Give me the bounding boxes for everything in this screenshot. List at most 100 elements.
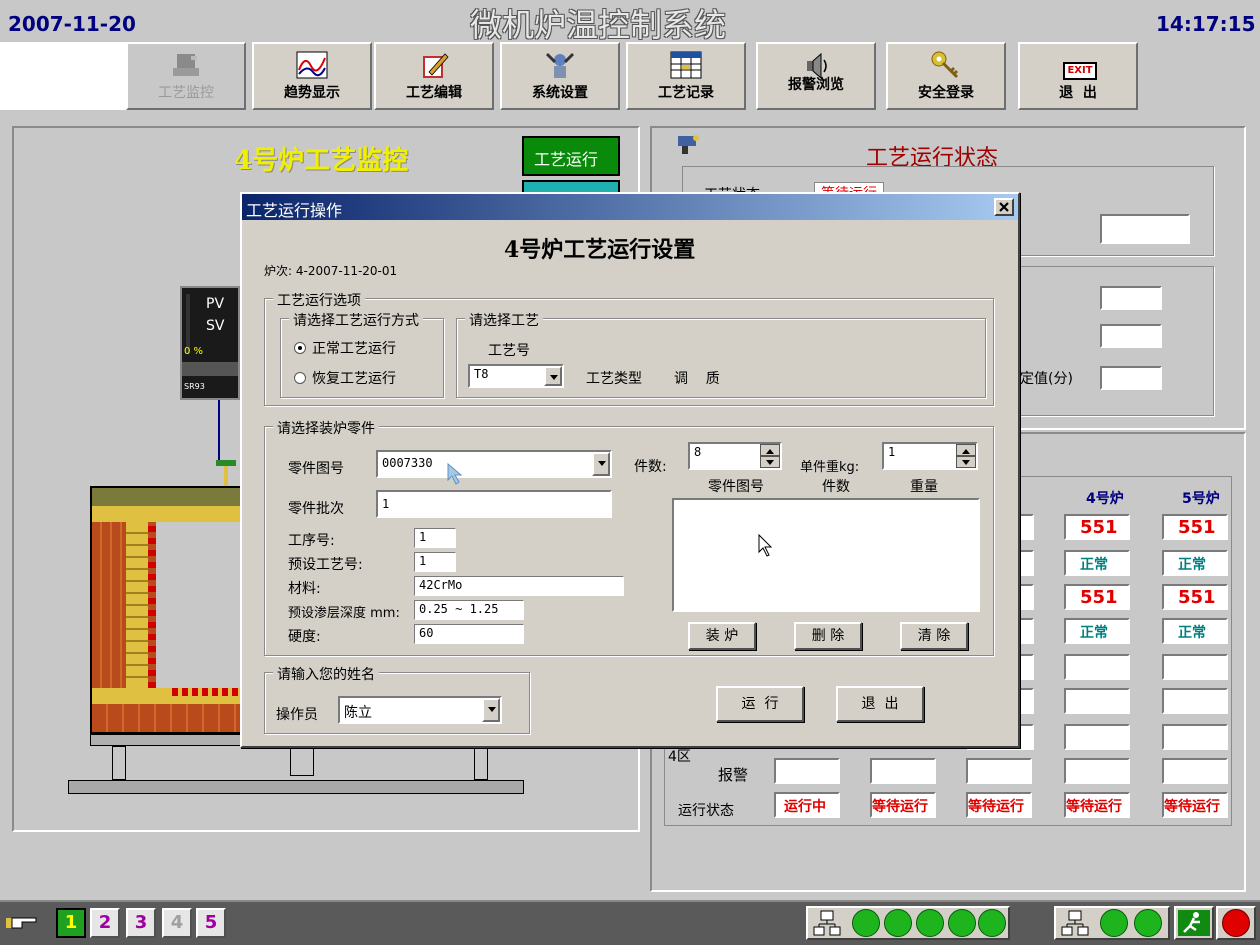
chevron-down-icon[interactable] bbox=[482, 698, 500, 722]
mouse-pointer-icon bbox=[758, 534, 773, 557]
process-no-select[interactable]: T8 bbox=[468, 364, 564, 388]
page-button-5[interactable]: 5 bbox=[196, 908, 226, 938]
pointing-hand-icon bbox=[6, 917, 37, 929]
toolbar-monitor-button[interactable]: 工艺监控 bbox=[126, 42, 246, 110]
mode-normal-label[interactable]: 正常工艺运行 bbox=[312, 338, 396, 358]
meter-bar bbox=[186, 294, 190, 354]
dialog-titlebar[interactable]: 工艺运行操作 bbox=[242, 194, 1018, 220]
tools-icon bbox=[545, 52, 575, 78]
group-title: 工艺运行选项 bbox=[273, 290, 365, 310]
toolbar-label: 安全登录 bbox=[918, 85, 974, 101]
date-label: 2007-11-20 bbox=[8, 12, 136, 36]
network-status-left bbox=[806, 906, 1010, 940]
run-state-value: 运行中 bbox=[784, 799, 826, 815]
toolbar-exit-button[interactable]: EXIT 退 出 bbox=[1018, 42, 1138, 110]
emergency-exit-button[interactable] bbox=[1174, 906, 1214, 940]
toolbar-settings-button[interactable]: 系统设置 bbox=[500, 42, 620, 110]
material-input[interactable]: 42CrMo bbox=[414, 576, 624, 596]
zone4-label: 4区 bbox=[668, 749, 691, 765]
edit-notebook-icon bbox=[423, 53, 449, 78]
status-value: 正常 bbox=[1178, 625, 1206, 641]
clear-parts-button[interactable]: 清 除 bbox=[900, 622, 968, 650]
chevron-up-icon bbox=[766, 449, 774, 454]
run-state-cell-1: 运行中 bbox=[774, 792, 840, 818]
step-input[interactable]: 1 bbox=[414, 528, 456, 548]
meter-keys bbox=[182, 362, 238, 376]
toolbar-records-button[interactable]: 工艺记录 bbox=[626, 42, 746, 110]
hardness-input[interactable]: 60 bbox=[414, 624, 524, 644]
toolbar-edit-button[interactable]: 工艺编辑 bbox=[374, 42, 494, 110]
mode-recover-radio[interactable] bbox=[294, 372, 306, 384]
exit-dialog-button[interactable]: 退 出 bbox=[836, 686, 924, 722]
delete-part-button[interactable]: 删 除 bbox=[794, 622, 862, 650]
preset-proc-input[interactable]: 1 bbox=[414, 552, 456, 572]
depth-input[interactable]: 0.25 ~ 1.25 bbox=[414, 600, 524, 620]
model-label: SR93 bbox=[184, 382, 205, 391]
network-icon bbox=[1061, 910, 1089, 936]
list-header-count: 件数 bbox=[822, 479, 850, 495]
unit-weight-label: 单件重kg: bbox=[800, 460, 860, 475]
operator-select[interactable]: 陈立 bbox=[338, 696, 502, 724]
exit-sign-icon: EXIT bbox=[1063, 62, 1097, 80]
page-button-2[interactable]: 2 bbox=[90, 908, 120, 938]
status-lamp-green bbox=[978, 909, 1006, 937]
spin-down-button[interactable] bbox=[760, 456, 780, 468]
status-cell-4: 正常 bbox=[1064, 550, 1130, 576]
part-no-select[interactable]: 0007330 bbox=[376, 450, 612, 478]
empty-cell bbox=[1162, 688, 1228, 714]
toolbar-trend-button[interactable]: 趋势显示 bbox=[252, 42, 372, 110]
status-lamp-green bbox=[1134, 909, 1162, 937]
toolbar-login-button[interactable]: 安全登录 bbox=[886, 42, 1006, 110]
part-batch-input[interactable]: 1 bbox=[376, 490, 612, 518]
stop-button[interactable] bbox=[1216, 906, 1256, 940]
part-no-value: 0007330 bbox=[382, 456, 433, 470]
list-header-weight: 重量 bbox=[910, 479, 938, 495]
chevron-down-icon[interactable] bbox=[544, 366, 562, 386]
process-type-value: 调 质 bbox=[674, 371, 720, 387]
chevron-down-icon bbox=[962, 460, 970, 465]
alarm-cell bbox=[1064, 758, 1130, 784]
parts-list[interactable] bbox=[672, 498, 980, 612]
spin-up-button[interactable] bbox=[956, 444, 976, 456]
stop-lamp-red bbox=[1222, 909, 1250, 937]
percent-label: 0 % bbox=[184, 346, 204, 357]
material-label: 材料: bbox=[288, 581, 321, 597]
run-button[interactable]: 运 行 bbox=[716, 686, 804, 722]
toolbar-alarms-button[interactable]: 报警浏览 bbox=[756, 42, 876, 110]
status-field-1 bbox=[1100, 214, 1190, 244]
temp-value: 551 bbox=[1080, 587, 1118, 608]
tab-process-run[interactable]: 工艺运行 bbox=[522, 136, 620, 176]
alarm-cell bbox=[774, 758, 840, 784]
page-button-3[interactable]: 3 bbox=[126, 908, 156, 938]
status-lamp-green bbox=[948, 909, 976, 937]
dialog-heading: 4号炉工艺运行设置 bbox=[504, 237, 696, 263]
temp-value: 551 bbox=[1178, 587, 1216, 608]
alarm-cell bbox=[966, 758, 1032, 784]
page-button-1[interactable]: 1 bbox=[56, 908, 86, 938]
furnace-leg-mid bbox=[290, 746, 314, 776]
camera-icon bbox=[678, 135, 699, 154]
mode-recover-label[interactable]: 恢复工艺运行 bbox=[312, 368, 396, 388]
chevron-down-icon bbox=[766, 460, 774, 465]
count-spinner[interactable]: 8 bbox=[688, 442, 782, 470]
unit-weight-spinner[interactable]: 1 bbox=[882, 442, 978, 470]
furnace-leg-right bbox=[474, 746, 488, 780]
run-state-cell-4: 等待运行 bbox=[1064, 792, 1130, 818]
mode-normal-radio[interactable] bbox=[294, 342, 306, 354]
group-title: 请选择工艺 bbox=[465, 310, 543, 330]
spin-down-button[interactable] bbox=[956, 456, 976, 468]
chevron-down-icon[interactable] bbox=[592, 452, 610, 476]
status-lamp-green bbox=[852, 909, 880, 937]
temp-cell-5b: 551 bbox=[1162, 584, 1228, 610]
run-state-cell-5: 等待运行 bbox=[1162, 792, 1228, 818]
batch-label: 炉次: 4-2007-11-20-01 bbox=[264, 264, 398, 278]
status-cell-5b: 正常 bbox=[1162, 618, 1228, 644]
run-state-value: 等待运行 bbox=[1066, 799, 1122, 815]
table-icon bbox=[670, 51, 702, 79]
tab-label: 工艺运行 bbox=[534, 150, 599, 169]
dialog-close-button[interactable] bbox=[994, 198, 1014, 216]
page-button-4[interactable]: 4 bbox=[162, 908, 192, 938]
spin-up-button[interactable] bbox=[760, 444, 780, 456]
load-furnace-button[interactable]: 装 炉 bbox=[688, 622, 756, 650]
temp-value: 551 bbox=[1080, 517, 1118, 538]
